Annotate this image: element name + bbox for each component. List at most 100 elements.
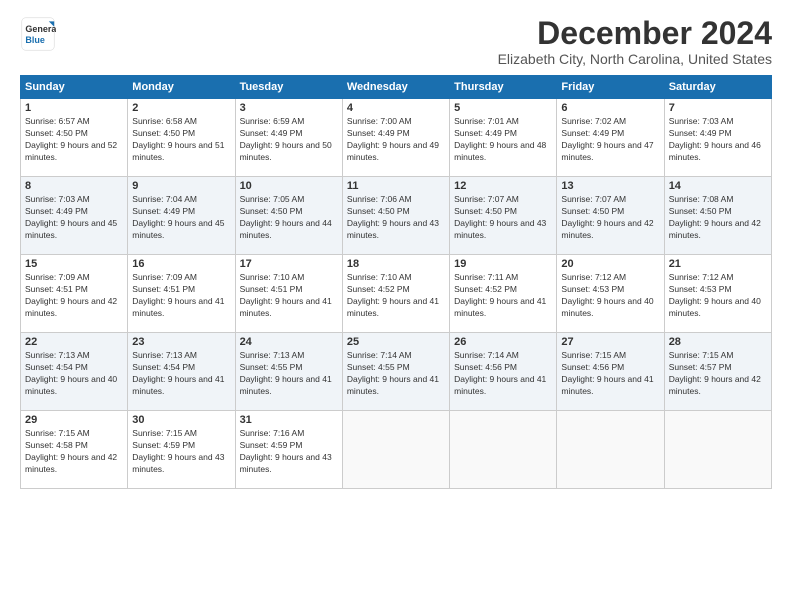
sunrise-label: Sunrise: 6:59 AM [240,116,305,126]
day-info: Sunrise: 7:08 AM Sunset: 4:50 PM Dayligh… [669,194,767,242]
sunset-label: Sunset: 4:56 PM [561,362,624,372]
sunset-label: Sunset: 4:55 PM [347,362,410,372]
calendar-cell: 19 Sunrise: 7:11 AM Sunset: 4:52 PM Dayl… [450,255,557,333]
daylight-label: Daylight: 9 hours and 41 minutes. [347,374,439,396]
day-info: Sunrise: 7:15 AM Sunset: 4:57 PM Dayligh… [669,350,767,398]
day-info: Sunrise: 7:07 AM Sunset: 4:50 PM Dayligh… [454,194,552,242]
sunset-label: Sunset: 4:59 PM [132,440,195,450]
sunrise-label: Sunrise: 6:57 AM [25,116,90,126]
sunrise-label: Sunrise: 7:15 AM [25,428,90,438]
day-info: Sunrise: 7:03 AM Sunset: 4:49 PM Dayligh… [669,116,767,164]
sunset-label: Sunset: 4:55 PM [240,362,303,372]
daylight-label: Daylight: 9 hours and 41 minutes. [240,374,332,396]
calendar-cell: 6 Sunrise: 7:02 AM Sunset: 4:49 PM Dayli… [557,99,664,177]
day-info: Sunrise: 7:16 AM Sunset: 4:59 PM Dayligh… [240,428,338,476]
sunset-label: Sunset: 4:52 PM [454,284,517,294]
calendar-cell: 1 Sunrise: 6:57 AM Sunset: 4:50 PM Dayli… [21,99,128,177]
sunrise-label: Sunrise: 7:12 AM [669,272,734,282]
day-number: 25 [347,336,445,348]
sunrise-label: Sunrise: 7:11 AM [454,272,518,282]
day-number: 20 [561,258,659,270]
sunrise-label: Sunrise: 7:10 AM [347,272,412,282]
sunset-label: Sunset: 4:49 PM [561,128,624,138]
sunrise-label: Sunrise: 7:03 AM [669,116,734,126]
svg-text:Blue: Blue [25,35,45,45]
day-info: Sunrise: 7:12 AM Sunset: 4:53 PM Dayligh… [561,272,659,320]
sunrise-label: Sunrise: 7:10 AM [240,272,305,282]
sunset-label: Sunset: 4:53 PM [669,284,732,294]
sunset-label: Sunset: 4:50 PM [25,128,88,138]
day-number: 19 [454,258,552,270]
calendar-cell: 9 Sunrise: 7:04 AM Sunset: 4:49 PM Dayli… [128,177,235,255]
day-info: Sunrise: 7:03 AM Sunset: 4:49 PM Dayligh… [25,194,123,242]
calendar-cell: 13 Sunrise: 7:07 AM Sunset: 4:50 PM Dayl… [557,177,664,255]
sunrise-label: Sunrise: 7:06 AM [347,194,412,204]
sunrise-label: Sunrise: 7:12 AM [561,272,626,282]
daylight-label: Daylight: 9 hours and 42 minutes. [669,218,761,240]
day-number: 12 [454,180,552,192]
day-info: Sunrise: 7:07 AM Sunset: 4:50 PM Dayligh… [561,194,659,242]
logo: General Blue [20,16,56,52]
day-info: Sunrise: 6:59 AM Sunset: 4:49 PM Dayligh… [240,116,338,164]
day-info: Sunrise: 7:13 AM Sunset: 4:54 PM Dayligh… [25,350,123,398]
sunset-label: Sunset: 4:49 PM [669,128,732,138]
sunrise-label: Sunrise: 7:02 AM [561,116,626,126]
sunset-label: Sunset: 4:53 PM [561,284,624,294]
calendar-cell [450,411,557,489]
daylight-label: Daylight: 9 hours and 49 minutes. [347,140,439,162]
col-header-monday: Monday [128,76,235,99]
daylight-label: Daylight: 9 hours and 42 minutes. [25,296,117,318]
sunset-label: Sunset: 4:51 PM [25,284,88,294]
day-number: 23 [132,336,230,348]
calendar-cell: 30 Sunrise: 7:15 AM Sunset: 4:59 PM Dayl… [128,411,235,489]
title-block: December 2024 Elizabeth City, North Caro… [498,16,772,67]
calendar-cell: 16 Sunrise: 7:09 AM Sunset: 4:51 PM Dayl… [128,255,235,333]
daylight-label: Daylight: 9 hours and 43 minutes. [454,218,546,240]
calendar-cell: 10 Sunrise: 7:05 AM Sunset: 4:50 PM Dayl… [235,177,342,255]
calendar-cell: 25 Sunrise: 7:14 AM Sunset: 4:55 PM Dayl… [342,333,449,411]
daylight-label: Daylight: 9 hours and 43 minutes. [240,452,332,474]
sunset-label: Sunset: 4:50 PM [240,206,303,216]
daylight-label: Daylight: 9 hours and 45 minutes. [132,218,224,240]
sunrise-label: Sunrise: 7:08 AM [669,194,734,204]
calendar-cell: 2 Sunrise: 6:58 AM Sunset: 4:50 PM Dayli… [128,99,235,177]
day-number: 10 [240,180,338,192]
sunrise-label: Sunrise: 7:16 AM [240,428,305,438]
daylight-label: Daylight: 9 hours and 51 minutes. [132,140,224,162]
day-info: Sunrise: 7:13 AM Sunset: 4:55 PM Dayligh… [240,350,338,398]
calendar-cell: 23 Sunrise: 7:13 AM Sunset: 4:54 PM Dayl… [128,333,235,411]
daylight-label: Daylight: 9 hours and 47 minutes. [561,140,653,162]
sunrise-label: Sunrise: 7:13 AM [240,350,305,360]
calendar-header-row: SundayMondayTuesdayWednesdayThursdayFrid… [21,76,772,99]
sunrise-label: Sunrise: 7:09 AM [132,272,197,282]
calendar-cell: 14 Sunrise: 7:08 AM Sunset: 4:50 PM Dayl… [664,177,771,255]
day-number: 28 [669,336,767,348]
day-number: 13 [561,180,659,192]
sunset-label: Sunset: 4:58 PM [25,440,88,450]
sunset-label: Sunset: 4:49 PM [25,206,88,216]
sunset-label: Sunset: 4:50 PM [132,128,195,138]
col-header-friday: Friday [557,76,664,99]
calendar-cell: 27 Sunrise: 7:15 AM Sunset: 4:56 PM Dayl… [557,333,664,411]
sunrise-label: Sunrise: 7:07 AM [561,194,626,204]
day-number: 1 [25,102,123,114]
calendar-cell: 18 Sunrise: 7:10 AM Sunset: 4:52 PM Dayl… [342,255,449,333]
daylight-label: Daylight: 9 hours and 41 minutes. [240,296,332,318]
day-number: 11 [347,180,445,192]
sunrise-label: Sunrise: 7:00 AM [347,116,412,126]
day-number: 24 [240,336,338,348]
day-info: Sunrise: 7:09 AM Sunset: 4:51 PM Dayligh… [132,272,230,320]
day-number: 3 [240,102,338,114]
day-number: 16 [132,258,230,270]
day-number: 29 [25,414,123,426]
svg-text:General: General [25,24,56,34]
sunset-label: Sunset: 4:51 PM [132,284,195,294]
calendar-cell: 17 Sunrise: 7:10 AM Sunset: 4:51 PM Dayl… [235,255,342,333]
daylight-label: Daylight: 9 hours and 42 minutes. [25,452,117,474]
sunrise-label: Sunrise: 7:15 AM [561,350,626,360]
daylight-label: Daylight: 9 hours and 42 minutes. [669,374,761,396]
calendar-cell: 12 Sunrise: 7:07 AM Sunset: 4:50 PM Dayl… [450,177,557,255]
sunset-label: Sunset: 4:49 PM [132,206,195,216]
day-info: Sunrise: 7:01 AM Sunset: 4:49 PM Dayligh… [454,116,552,164]
day-number: 26 [454,336,552,348]
